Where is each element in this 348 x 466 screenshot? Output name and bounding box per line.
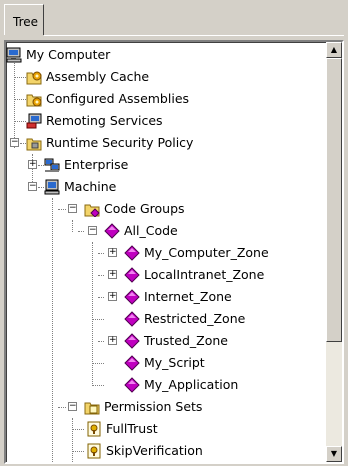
tab-tree[interactable]: Tree bbox=[4, 4, 44, 35]
tree-node-label: Trusted_Zone bbox=[144, 333, 228, 348]
tree-node-label: My_Script bbox=[144, 355, 205, 370]
expand-toggle[interactable]: + bbox=[108, 292, 117, 301]
tree-node-label: My_Application bbox=[144, 377, 239, 392]
tree-connector bbox=[14, 56, 15, 148]
tree-node-label: Configured Assemblies bbox=[46, 91, 190, 106]
tree-node-label: Permission Sets bbox=[104, 399, 203, 414]
diamond-icon bbox=[124, 245, 140, 261]
tree-connector bbox=[58, 209, 66, 210]
expand-toggle[interactable]: + bbox=[108, 270, 117, 279]
scroll-thumb[interactable] bbox=[326, 58, 342, 342]
tree-connector bbox=[52, 198, 53, 462]
collapse-toggle[interactable]: − bbox=[88, 226, 97, 235]
scroll-up-button[interactable]: ▲ bbox=[326, 42, 342, 58]
tree-connector bbox=[98, 297, 104, 298]
tree-connector bbox=[72, 418, 73, 462]
diamond-icon bbox=[124, 377, 140, 393]
tree-connector bbox=[78, 231, 84, 232]
tree-connector bbox=[92, 242, 93, 386]
machine-icon bbox=[44, 179, 60, 195]
folder-icon bbox=[84, 201, 100, 218]
tree-connector bbox=[14, 99, 26, 100]
diamond-icon bbox=[104, 223, 120, 239]
permission-icon bbox=[86, 443, 102, 459]
scroll-down-button[interactable]: ▼ bbox=[326, 446, 342, 462]
tree-node-label: All_Code bbox=[124, 223, 178, 238]
remoting-icon bbox=[26, 113, 42, 129]
tree-connector bbox=[72, 429, 84, 430]
tree-connector bbox=[98, 275, 104, 276]
computer-icon bbox=[6, 47, 22, 63]
tree-connector bbox=[58, 407, 66, 408]
diamond-icon bbox=[124, 355, 140, 371]
tree-node-label: LocalIntranet_Zone bbox=[144, 267, 265, 282]
gear-folder-icon bbox=[26, 69, 42, 85]
expand-toggle[interactable]: + bbox=[108, 248, 117, 257]
tree-node-label: My Computer bbox=[26, 47, 111, 62]
tree-node-label: FullTrust bbox=[106, 421, 158, 436]
folder-icon bbox=[84, 399, 100, 415]
tree-panel: Tree My Computer Assembly Cache Configur… bbox=[0, 0, 348, 466]
tree-connector bbox=[98, 341, 104, 342]
tree-node-label: Enterprise bbox=[64, 157, 129, 172]
tab-strip-line bbox=[44, 35, 344, 36]
collapse-toggle[interactable]: − bbox=[28, 182, 37, 191]
tree-node-label: Machine bbox=[64, 179, 117, 194]
diamond-icon bbox=[124, 289, 140, 305]
tree-connector bbox=[92, 319, 104, 320]
tree-connector bbox=[72, 451, 84, 452]
tree-node-label: Restricted_Zone bbox=[144, 311, 246, 326]
tree-node-label: My_Computer_Zone bbox=[144, 245, 269, 260]
diamond-icon bbox=[124, 333, 140, 349]
tree-node-label: Assembly Cache bbox=[46, 69, 150, 84]
collapse-toggle[interactable]: − bbox=[10, 138, 19, 147]
expand-toggle[interactable]: + bbox=[108, 336, 117, 345]
expand-toggle[interactable]: + bbox=[28, 160, 37, 169]
vertical-scrollbar[interactable]: ▲ ▼ bbox=[326, 42, 342, 462]
tree-connector bbox=[98, 253, 104, 254]
tree-node-label: Runtime Security Policy bbox=[46, 135, 194, 150]
gear-folder-icon bbox=[26, 91, 42, 107]
tree-connector bbox=[72, 220, 73, 232]
tree-node-label: Code Groups bbox=[104, 201, 185, 216]
tree-connector bbox=[92, 363, 104, 364]
diamond-icon bbox=[124, 267, 140, 283]
tree-node-label: Remoting Services bbox=[46, 113, 163, 128]
collapse-toggle[interactable]: − bbox=[68, 402, 77, 411]
tree-connector bbox=[14, 77, 26, 78]
tree-connector bbox=[92, 385, 104, 386]
tree-connector bbox=[14, 121, 26, 122]
collapse-toggle[interactable]: − bbox=[68, 204, 77, 213]
tree-node-label: SkipVerification bbox=[106, 443, 203, 458]
tree-view[interactable]: My Computer Assembly Cache Configured As… bbox=[6, 42, 326, 462]
folder-icon bbox=[26, 135, 42, 151]
tree-node-label: Internet_Zone bbox=[144, 289, 232, 304]
permission-icon bbox=[86, 421, 102, 437]
enterprise-icon bbox=[44, 157, 60, 173]
diamond-icon bbox=[124, 311, 140, 327]
